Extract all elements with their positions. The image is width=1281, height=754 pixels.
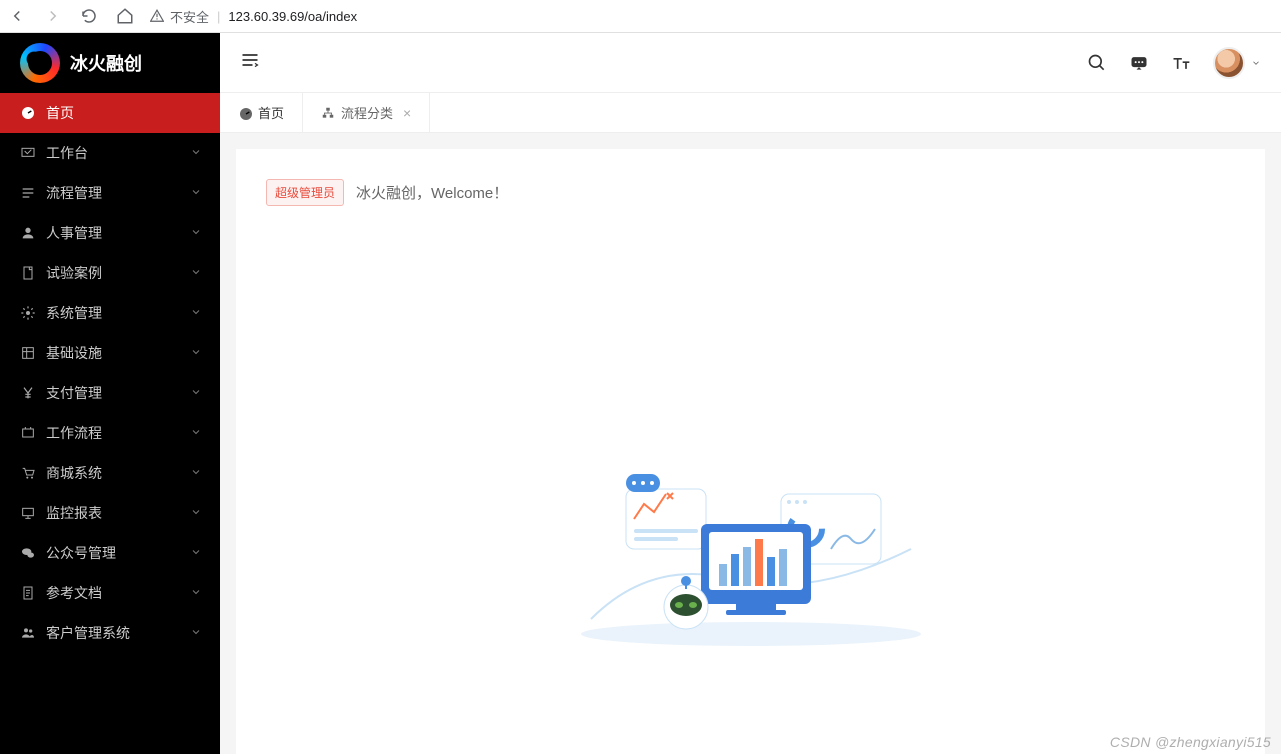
sidebar-item-label: 参考文档	[46, 583, 102, 603]
home-icon[interactable]	[116, 7, 134, 25]
chevron-down-icon	[190, 426, 202, 441]
sidebar-item-label: 人事管理	[46, 223, 102, 243]
cart-icon	[20, 465, 36, 481]
person-icon	[20, 225, 36, 241]
message-icon[interactable]	[1129, 53, 1149, 73]
sidebar-item-13[interactable]: 客户管理系统	[0, 613, 220, 653]
wechat-icon	[20, 545, 36, 561]
logo-text: 冰火融创	[70, 50, 142, 76]
sidebar-item-9[interactable]: 商城系统	[0, 453, 220, 493]
user-menu[interactable]	[1213, 47, 1261, 79]
avatar	[1213, 47, 1245, 79]
sidebar-item-label: 支付管理	[46, 383, 102, 403]
topbar	[220, 33, 1281, 93]
sidebar-item-3[interactable]: 人事管理	[0, 213, 220, 253]
sidebar-item-label: 公众号管理	[46, 543, 116, 563]
tab-1[interactable]: 流程分类 ×	[303, 93, 430, 132]
case-icon	[20, 265, 36, 281]
main-area: 首页 流程分类 × 超级管理员 冰火融创，Welcome！	[220, 33, 1281, 754]
sidebar: 冰火融创 首页工作台流程管理人事管理试验案例系统管理基础设施支付管理工作流程商城…	[0, 33, 220, 754]
sidebar-item-1[interactable]: 工作台	[0, 133, 220, 173]
sidebar-item-label: 工作台	[46, 143, 88, 163]
logo-icon	[20, 43, 60, 83]
chevron-down-icon	[190, 146, 202, 161]
tabs-bar: 首页 流程分类 ×	[220, 93, 1281, 133]
menu-toggle-icon[interactable]	[240, 50, 260, 75]
sidebar-item-label: 基础设施	[46, 343, 102, 363]
dashboard-illustration	[571, 469, 931, 654]
chevron-down-icon	[190, 466, 202, 481]
infra-icon	[20, 345, 36, 361]
close-icon[interactable]: ×	[403, 105, 411, 121]
reload-icon[interactable]	[80, 7, 98, 25]
welcome-text: 冰火融创，Welcome！	[356, 182, 508, 203]
chevron-down-icon	[190, 346, 202, 361]
url-text: 123.60.39.69/oa/index	[228, 9, 357, 24]
welcome-row: 超级管理员 冰火融创，Welcome！	[266, 179, 1235, 206]
workflow-icon	[20, 425, 36, 441]
sidebar-item-7[interactable]: 支付管理	[0, 373, 220, 413]
insecure-label: 不安全	[170, 7, 209, 26]
sidebar-item-label: 首页	[46, 103, 74, 123]
dashboard-icon	[20, 105, 36, 121]
chevron-down-icon	[1251, 58, 1261, 68]
chevron-down-icon	[190, 586, 202, 601]
sidebar-item-4[interactable]: 试验案例	[0, 253, 220, 293]
browser-nav	[8, 7, 134, 25]
users-icon	[20, 625, 36, 641]
font-size-icon[interactable]	[1171, 53, 1191, 73]
yen-icon	[20, 385, 36, 401]
doc-icon	[20, 585, 36, 601]
sidebar-item-label: 客户管理系统	[46, 623, 130, 643]
desk-icon	[20, 145, 36, 161]
chevron-down-icon	[190, 506, 202, 521]
sidebar-item-8[interactable]: 工作流程	[0, 413, 220, 453]
back-icon[interactable]	[8, 7, 26, 25]
chevron-down-icon	[190, 266, 202, 281]
role-badge: 超级管理员	[266, 179, 344, 206]
search-icon[interactable]	[1087, 53, 1107, 73]
sidebar-item-2[interactable]: 流程管理	[0, 173, 220, 213]
chevron-down-icon	[190, 186, 202, 201]
chevron-down-icon	[190, 226, 202, 241]
sidebar-item-12[interactable]: 参考文档	[0, 573, 220, 613]
sidebar-item-11[interactable]: 公众号管理	[0, 533, 220, 573]
chevron-down-icon	[190, 386, 202, 401]
watermark: CSDN @zhengxianyi515	[1110, 734, 1271, 750]
chevron-down-icon	[190, 306, 202, 321]
insecure-badge: 不安全	[150, 7, 209, 26]
sidebar-item-6[interactable]: 基础设施	[0, 333, 220, 373]
list-icon	[20, 185, 36, 201]
chevron-down-icon	[190, 546, 202, 561]
sidebar-item-0[interactable]: 首页	[0, 93, 220, 133]
warning-icon	[150, 9, 164, 23]
address-bar[interactable]: 不安全 | 123.60.39.69/oa/index	[150, 7, 1273, 26]
sidebar-item-label: 监控报表	[46, 503, 102, 523]
tab-0[interactable]: 首页	[220, 93, 303, 132]
forward-icon[interactable]	[44, 7, 62, 25]
sidebar-item-label: 商城系统	[46, 463, 102, 483]
sidebar-item-5[interactable]: 系统管理	[0, 293, 220, 333]
sidebar-item-label: 工作流程	[46, 423, 102, 443]
chevron-down-icon	[190, 626, 202, 641]
sidebar-item-label: 试验案例	[46, 263, 102, 283]
gear-icon	[20, 305, 36, 321]
browser-toolbar: 不安全 | 123.60.39.69/oa/index	[0, 0, 1281, 33]
sidebar-item-10[interactable]: 监控报表	[0, 493, 220, 533]
topbar-right	[1087, 47, 1261, 79]
tab-label: 流程分类	[341, 103, 393, 122]
monitor-icon	[20, 505, 36, 521]
sidebar-item-label: 流程管理	[46, 183, 102, 203]
logo-area[interactable]: 冰火融创	[0, 33, 220, 93]
dashboard-icon	[238, 106, 252, 120]
sitemap-icon	[321, 106, 335, 120]
address-separator: |	[217, 9, 220, 24]
sidebar-item-label: 系统管理	[46, 303, 102, 323]
tab-label: 首页	[258, 103, 284, 122]
content-panel: 超级管理员 冰火融创，Welcome！	[236, 149, 1265, 754]
